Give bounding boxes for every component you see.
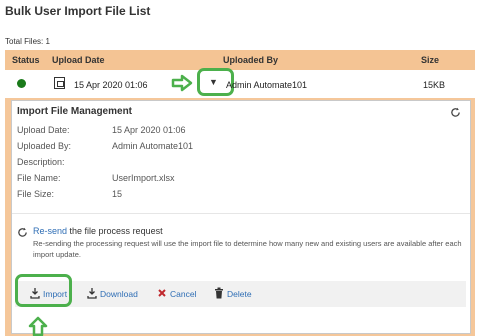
table-row[interactable]: 15 Apr 2020 01:06 ▼ Admin Automate101 15…	[5, 68, 475, 98]
download-label: Download	[100, 289, 138, 299]
refresh-icon[interactable]	[450, 107, 461, 118]
file-icon	[54, 77, 65, 89]
panel-title: Import File Management	[17, 106, 133, 117]
upload-date-value: 15 Apr 2020 01:06	[112, 125, 186, 135]
file-size-value: 15	[112, 189, 123, 199]
trash-icon	[215, 287, 223, 299]
header-size[interactable]: Size	[421, 55, 439, 65]
arrow-up-icon	[28, 316, 48, 336]
delete-button[interactable]: Delete	[215, 287, 252, 299]
file-size-label: File Size:	[17, 189, 55, 199]
total-files-value: 1	[45, 37, 50, 46]
header-uploaded-by[interactable]: Uploaded By	[223, 55, 278, 65]
resend-icon	[18, 227, 27, 237]
import-file-management-panel: Import File Management Upload Date: 15 A…	[11, 100, 471, 334]
download-icon	[87, 288, 97, 299]
download-button[interactable]: Download	[87, 288, 138, 299]
cancel-button[interactable]: Cancel	[158, 289, 197, 299]
row-size: 15KB	[423, 80, 446, 90]
row-uploaded-by: Admin Automate101	[226, 80, 308, 90]
total-files: Total Files: 1	[5, 37, 50, 46]
cancel-icon	[158, 289, 166, 297]
file-name-value: UserImport.xlsx	[112, 173, 175, 183]
file-table: Status Upload Date Uploaded By Size 15 A…	[5, 50, 475, 336]
total-files-label: Total Files:	[5, 37, 44, 46]
cancel-label: Cancel	[170, 289, 197, 299]
upload-date-label: Upload Date:	[17, 125, 70, 135]
divider	[12, 213, 470, 214]
page-title: Bulk User Import File List	[5, 4, 151, 18]
file-name-label: File Name:	[17, 173, 61, 183]
action-bar: Import Download Cancel Delete	[15, 281, 466, 307]
import-highlight	[15, 274, 72, 307]
uploaded-by-value: Admin Automate101	[112, 141, 194, 151]
resend-text: the file process request	[67, 226, 163, 236]
expand-toggle-icon[interactable]: ▼	[209, 77, 218, 87]
header-status[interactable]: Status	[12, 55, 40, 65]
delete-label: Delete	[227, 289, 252, 299]
uploaded-by-label: Uploaded By:	[17, 141, 72, 151]
resend-link[interactable]: Re-send	[33, 226, 67, 236]
resend-note: Re-sending the processing request will u…	[33, 239, 462, 259]
status-dot	[17, 79, 26, 88]
arrow-right-icon	[171, 74, 193, 92]
header-upload-date[interactable]: Upload Date	[52, 55, 105, 65]
description-label: Description:	[17, 157, 65, 167]
table-header: Status Upload Date Uploaded By Size	[5, 50, 475, 70]
resend-request: Re-send the file process request	[33, 226, 163, 236]
row-upload-date: 15 Apr 2020 01:06	[74, 80, 148, 90]
